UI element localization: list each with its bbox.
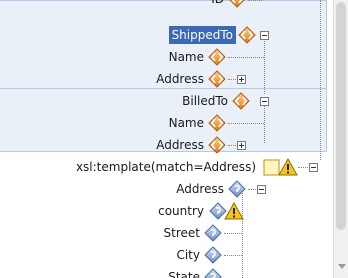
warning-icon bbox=[278, 158, 298, 176]
tree-connector bbox=[320, 0, 321, 160]
node-label: State bbox=[168, 270, 200, 278]
tree-node-id[interactable]: ID bbox=[0, 0, 248, 10]
tree-node-address[interactable]: Address bbox=[0, 134, 228, 156]
node-label: Street bbox=[163, 226, 200, 240]
tree-connector bbox=[298, 167, 308, 168]
node-label: Address bbox=[156, 138, 204, 152]
tree-node-street[interactable]: Street bbox=[0, 222, 224, 244]
collapse-toggle[interactable] bbox=[260, 97, 269, 106]
node-label: xsl:template(match=Address) bbox=[75, 160, 256, 174]
element-diamond-icon bbox=[208, 114, 226, 132]
vertical-scrollbar[interactable] bbox=[333, 0, 348, 278]
scroll-down-arrow-icon[interactable] bbox=[338, 264, 346, 269]
element-diamond-icon bbox=[208, 70, 226, 88]
node-label-selected: ShippedTo bbox=[168, 26, 236, 44]
node-label: Name bbox=[168, 116, 204, 130]
tree-connector bbox=[228, 79, 236, 80]
warning-icon bbox=[224, 202, 244, 220]
tree-node-state[interactable]: State bbox=[0, 266, 224, 278]
element-diamond-icon bbox=[228, 0, 246, 8]
tree-node-name[interactable]: Name bbox=[0, 46, 228, 68]
tree-connector bbox=[264, 103, 265, 143]
tree-connector bbox=[248, 189, 256, 190]
tree-connector bbox=[248, 0, 262, 1]
node-label: ID bbox=[211, 0, 224, 10]
attribute-diamond-icon bbox=[204, 246, 222, 264]
node-label: Address bbox=[156, 72, 204, 86]
attribute-diamond-icon bbox=[204, 224, 222, 242]
element-diamond-icon bbox=[238, 26, 256, 44]
tree-node-name[interactable]: Name bbox=[0, 112, 228, 134]
collapse-toggle[interactable] bbox=[260, 31, 269, 40]
scrollbar-thumb[interactable] bbox=[336, 2, 346, 230]
expand-toggle[interactable] bbox=[237, 75, 246, 84]
xml-tree-panel: ID ShippedTo Name Address BilledTo Name … bbox=[0, 0, 333, 278]
attribute-diamond-icon bbox=[204, 268, 222, 278]
expand-toggle[interactable] bbox=[237, 141, 246, 150]
tree-node-city[interactable]: City bbox=[0, 244, 224, 266]
node-label: Address bbox=[176, 182, 224, 196]
tree-node-template-address[interactable]: Address bbox=[0, 178, 248, 200]
tree-connector bbox=[228, 145, 236, 146]
tree-connector bbox=[264, 36, 265, 94]
node-label: Name bbox=[168, 50, 204, 64]
element-diamond-icon bbox=[208, 48, 226, 66]
tree-node-shipped-to[interactable]: ShippedTo bbox=[0, 24, 258, 46]
tree-connector bbox=[228, 57, 264, 58]
tree-connector bbox=[228, 123, 264, 124]
tree-node-billed-to[interactable]: BilledTo bbox=[0, 90, 252, 112]
element-diamond-icon bbox=[232, 92, 250, 110]
attribute-diamond-icon bbox=[228, 180, 246, 198]
element-diamond-icon bbox=[208, 136, 226, 154]
tree-node-address[interactable]: Address bbox=[0, 68, 228, 90]
tree-connector bbox=[224, 255, 242, 256]
collapse-toggle[interactable] bbox=[309, 163, 318, 172]
node-label: BilledTo bbox=[182, 94, 228, 108]
tree-node-xsl-template[interactable]: xsl:template(match=Address) bbox=[0, 156, 260, 178]
tree-connector bbox=[224, 233, 242, 234]
node-label: City bbox=[176, 248, 200, 262]
tree-node-country[interactable]: country bbox=[0, 200, 206, 222]
node-label: country bbox=[158, 204, 204, 218]
collapse-toggle[interactable] bbox=[257, 185, 266, 194]
